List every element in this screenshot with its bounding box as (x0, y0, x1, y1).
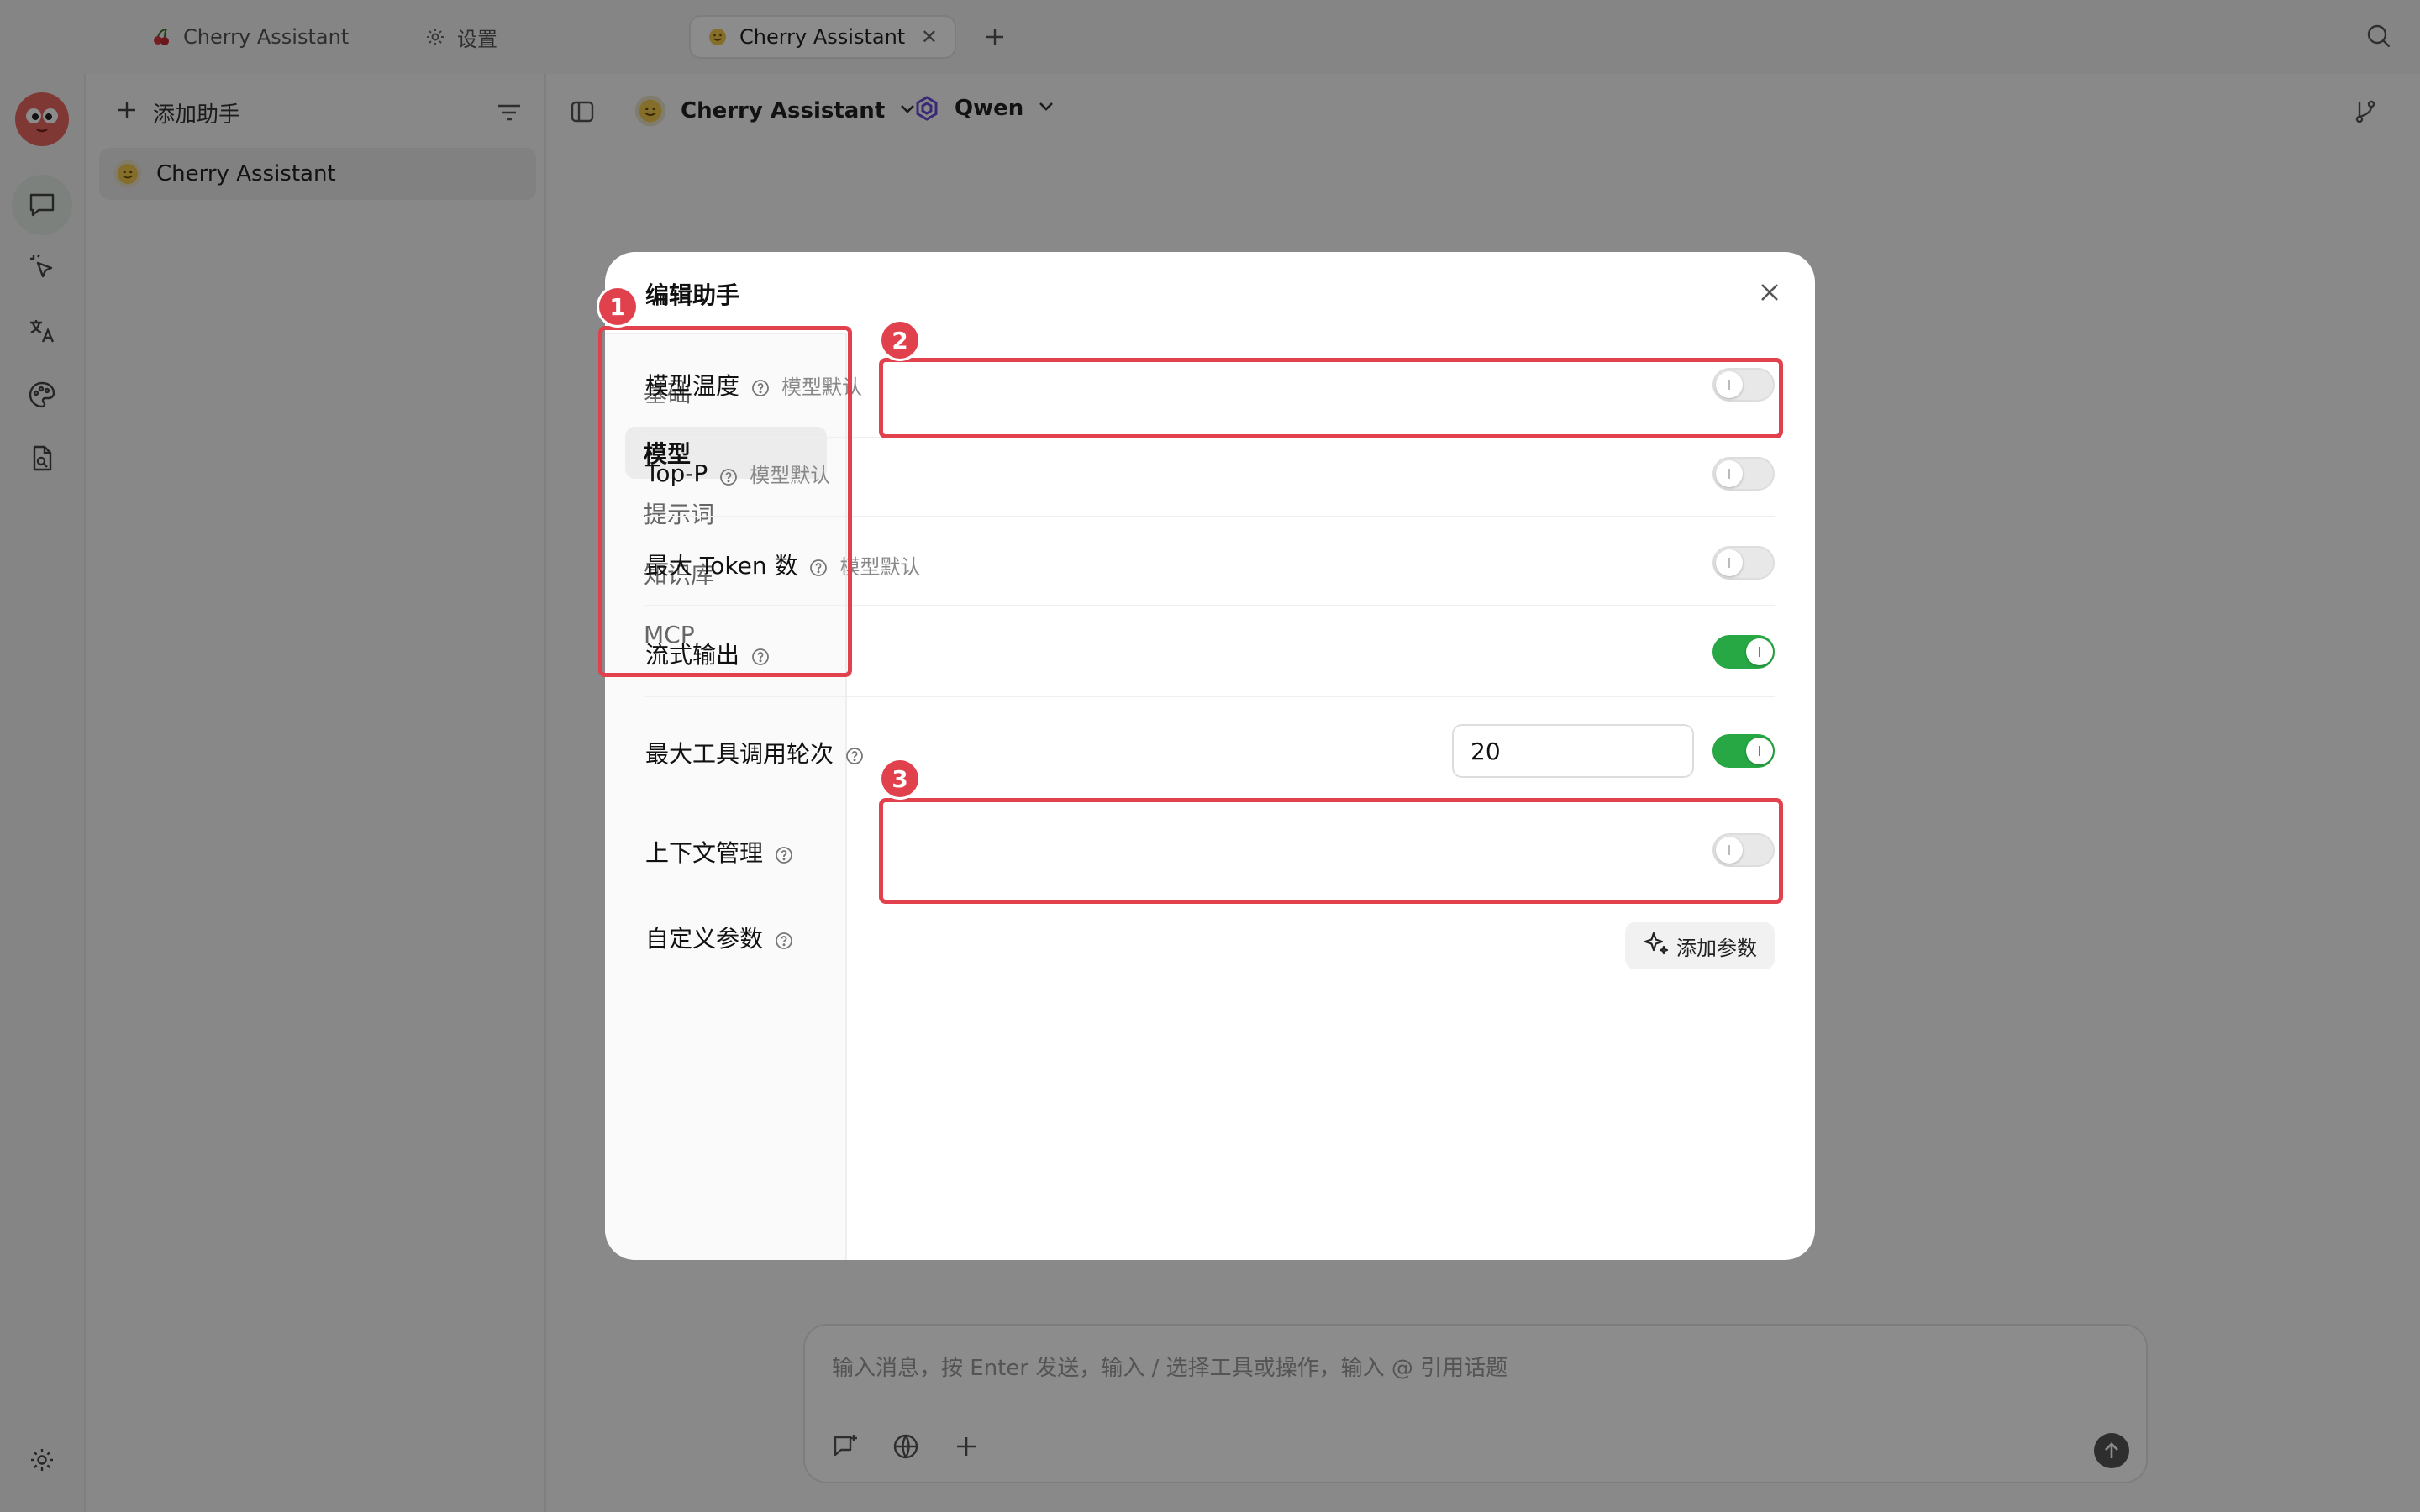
top-p-toggle[interactable] (1712, 457, 1775, 491)
highlight-box-context (879, 798, 1783, 904)
add-param-label: 添加参数 (1676, 936, 1757, 960)
highlight-box-temperature (879, 358, 1783, 438)
context-management-label: 上下文管理 (645, 839, 764, 867)
help-icon[interactable] (845, 743, 864, 764)
custom-params-label: 自定义参数 (645, 925, 764, 953)
sparkle-icon (1643, 930, 1676, 962)
badge-3: 3 (879, 758, 921, 800)
max-tool-calls-input[interactable]: 20 (1452, 724, 1694, 778)
close-icon[interactable] (1758, 281, 1781, 304)
badge-2: 2 (879, 319, 921, 361)
divider (645, 696, 1775, 697)
help-icon[interactable] (775, 843, 793, 864)
badge-1: 1 (597, 286, 639, 328)
help-icon[interactable] (775, 928, 793, 949)
dialog-title: 编辑助手 (645, 281, 740, 309)
max-tool-calls-toggle[interactable] (1712, 734, 1775, 768)
row-context-management: 上下文管理 (645, 835, 793, 869)
row-custom-params: 自定义参数 (645, 921, 793, 954)
streaming-toggle[interactable] (1712, 635, 1775, 669)
max-tool-calls-label: 最大工具调用轮次 (645, 740, 834, 768)
row-max-tool-calls: 最大工具调用轮次 (645, 736, 864, 769)
add-param-button[interactable]: 添加参数 (1625, 922, 1775, 969)
max-tokens-toggle[interactable] (1712, 546, 1775, 580)
highlight-box-menu (598, 326, 852, 677)
